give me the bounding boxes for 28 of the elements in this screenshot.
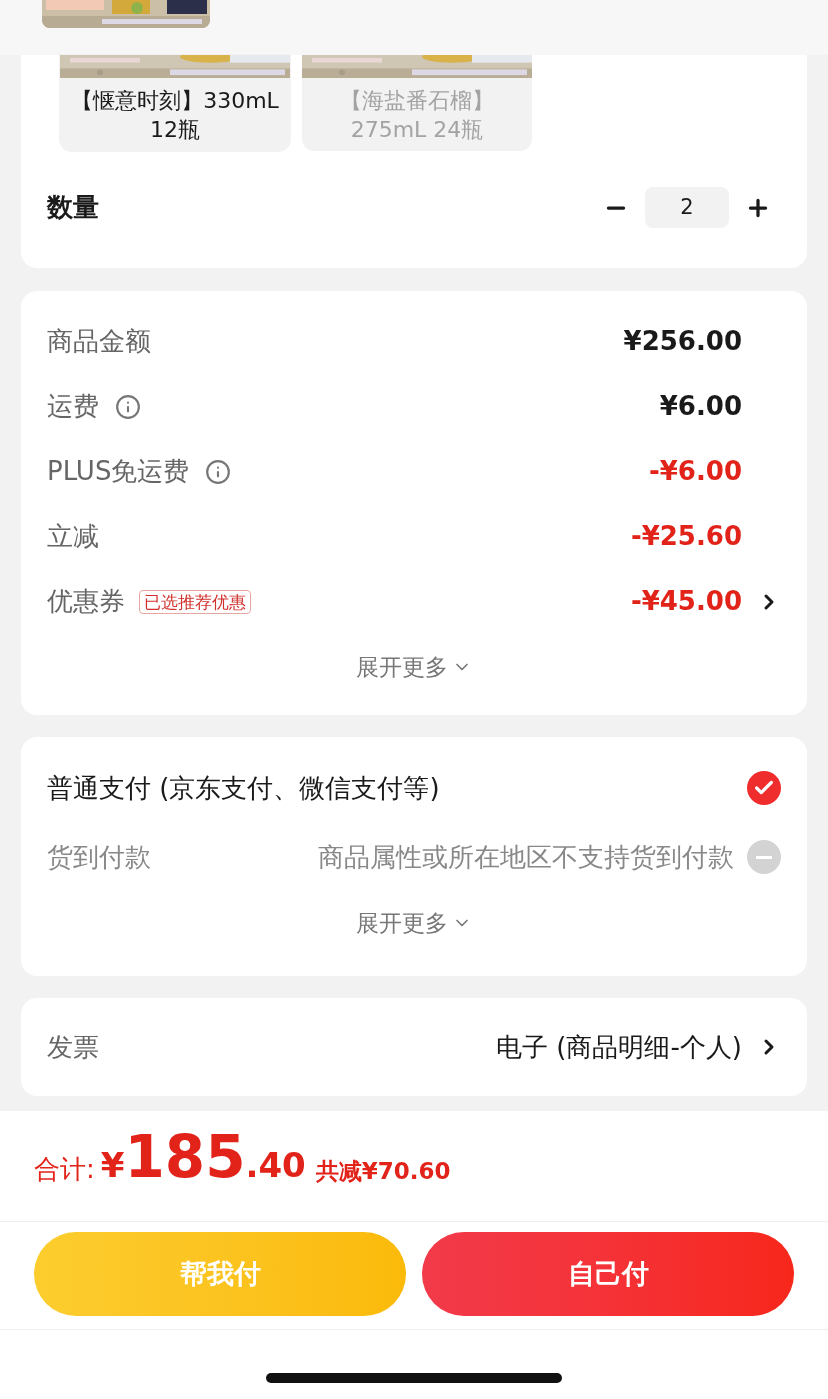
spec-option[interactable]: 【惬意时刻】330mL 12瓶 <box>60 55 290 151</box>
price-value: -¥25.60 <box>630 520 742 553</box>
payment-note: 商品属性或所在地区不支持货到付款 <box>318 840 734 874</box>
payment-label: 普通支付 (京东支付、微信支付等) <box>47 771 440 805</box>
price-value: -¥45.00 <box>630 585 742 618</box>
coupon-tag: 已选推荐优惠 <box>139 589 251 614</box>
price-value: ¥256.00 <box>623 325 742 358</box>
price-value: ¥6.00 <box>659 390 742 423</box>
saved-amount: 共减¥70.60 <box>315 1156 451 1186</box>
quantity-label: 数量 <box>47 191 99 224</box>
total-label: 合计: <box>34 1153 95 1186</box>
price-label: PLUS免运费 <box>47 455 190 488</box>
expand-more-button[interactable]: 展开更多 <box>356 905 472 940</box>
expand-more-button[interactable]: 展开更多 <box>356 650 472 685</box>
total-price: ¥185.40 <box>100 1128 306 1191</box>
payment-label: 货到付款 <box>47 840 151 874</box>
price-label: 立减 <box>47 520 99 553</box>
price-label: 商品金额 <box>47 325 151 358</box>
price-value: -¥6.00 <box>648 455 742 488</box>
price-label: 运费 <box>47 390 99 423</box>
price-label: 优惠券 <box>47 585 125 618</box>
pay-button[interactable]: 自己付 <box>422 1232 794 1316</box>
info-icon[interactable] <box>115 393 141 420</box>
check-icon[interactable] <box>747 771 781 805</box>
invoice-label: 发票 <box>47 1030 99 1064</box>
info-icon[interactable] <box>205 458 232 485</box>
quantity-field[interactable]: 2 <box>645 187 729 228</box>
invoice-value[interactable]: 电子 (商品明细-个人) <box>496 1027 742 1067</box>
